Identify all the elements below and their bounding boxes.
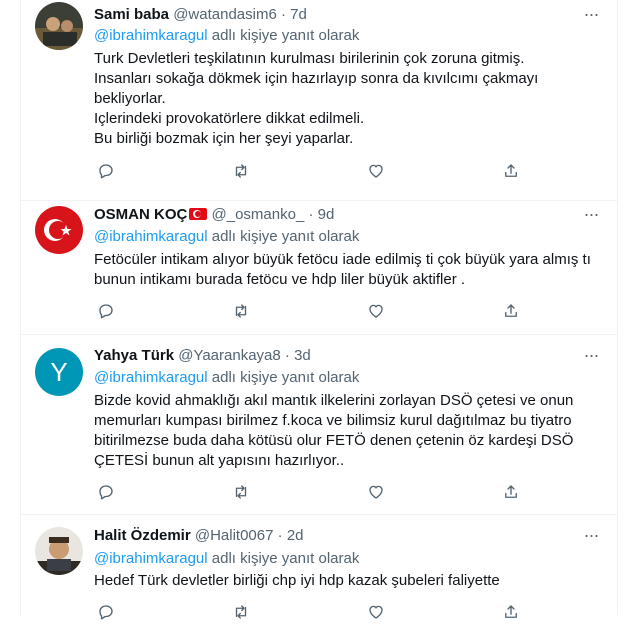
reply-context: @ibrahimkaragul adlı kişiye yanıt olarak bbox=[94, 368, 359, 388]
retweet-icon bbox=[235, 485, 247, 499]
retweet-button[interactable] bbox=[232, 302, 252, 322]
user-handle[interactable]: @Yaarankaya8 bbox=[178, 347, 281, 364]
tweet-actions bbox=[94, 162, 534, 182]
tweet-text: Turk Devletleri teşkilatının kurulması b… bbox=[94, 49, 604, 149]
turkey-flag-icon bbox=[189, 208, 208, 220]
reply-icon bbox=[99, 304, 113, 319]
separator-dot: · bbox=[277, 527, 283, 544]
reply-context: @ibrahimkaragul adlı kişiye yanıt olarak bbox=[94, 26, 359, 46]
reply-label: adlı kişiye yanıt olarak bbox=[211, 369, 360, 386]
like-button[interactable] bbox=[367, 162, 387, 182]
like-button[interactable] bbox=[367, 302, 387, 322]
reply-icon bbox=[99, 605, 113, 620]
reply-label: adlı kişiye yanıt olarak bbox=[211, 550, 360, 567]
tweet-actions bbox=[94, 302, 534, 322]
tweet-text: Bizde kovid ahmaklığı akıl mantık ilkele… bbox=[94, 391, 604, 471]
reply-button[interactable] bbox=[97, 162, 117, 182]
tweet-header: Sami baba @watandasim6 · 7d bbox=[94, 5, 307, 25]
tweet-text: Fetöcüler intikam alıyor büyük fetöcu ia… bbox=[94, 250, 604, 290]
retweet-button[interactable] bbox=[232, 162, 252, 182]
tweet-actions bbox=[94, 603, 534, 623]
text-line: ÇETESİ bunun alt yapısını hazırlıyor.. bbox=[94, 452, 345, 469]
heart-icon bbox=[369, 304, 383, 318]
like-button[interactable] bbox=[367, 483, 387, 503]
reply-button[interactable] bbox=[97, 302, 117, 322]
timestamp[interactable]: 7d bbox=[290, 6, 307, 23]
heart-icon bbox=[369, 485, 383, 499]
share-icon bbox=[505, 605, 517, 618]
user-handle[interactable]: @watandasim6 bbox=[173, 6, 277, 23]
tweet[interactable]: Sami baba @watandasim6 · 7d ··· @ibrahim… bbox=[21, 0, 617, 201]
timeline-feed: Sami baba @watandasim6 · 7d ··· @ibrahim… bbox=[20, 0, 618, 620]
text-line: Bu birliği bozmak için her şeyi yaparlar… bbox=[94, 130, 354, 147]
share-button[interactable] bbox=[502, 302, 522, 322]
more-options-icon[interactable]: ··· bbox=[581, 526, 601, 549]
display-name[interactable]: Sami baba bbox=[94, 6, 169, 23]
share-button[interactable] bbox=[502, 603, 522, 623]
avatar[interactable]: Y bbox=[35, 348, 83, 396]
share-button[interactable] bbox=[502, 162, 522, 182]
reply-context: @ibrahimkaragul adlı kişiye yanıt olarak bbox=[94, 227, 359, 247]
avatar[interactable] bbox=[35, 206, 83, 254]
retweet-icon bbox=[235, 164, 247, 178]
share-button[interactable] bbox=[502, 483, 522, 503]
separator-dot: · bbox=[280, 6, 286, 23]
text-line: memurları kumpası birilmez f.koca ve bil… bbox=[94, 412, 572, 429]
text-line: bitirilmezse buda daha kötüsü olur FETÖ … bbox=[94, 432, 574, 449]
more-options-icon[interactable]: ··· bbox=[581, 346, 601, 369]
reply-label: adlı kişiye yanıt olarak bbox=[211, 228, 360, 245]
mention-link[interactable]: @ibrahimkaragul bbox=[94, 228, 208, 245]
reply-label: adlı kişiye yanıt olarak bbox=[211, 27, 360, 44]
text-line: Hedef Türk devletler birliği chp iyi hdp… bbox=[94, 572, 500, 589]
text-line: bekliyorlar. bbox=[94, 90, 166, 107]
avatar[interactable] bbox=[35, 2, 83, 50]
share-icon bbox=[505, 304, 517, 317]
text-line: bunun intikamı burada fetöcu ve hdp lile… bbox=[94, 271, 466, 288]
more-options-icon[interactable]: ··· bbox=[581, 205, 601, 228]
tweet[interactable]: Halit Özdemir @Halit0067 · 2d ··· @ibrah… bbox=[21, 514, 617, 620]
mention-link[interactable]: @ibrahimkaragul bbox=[94, 369, 208, 386]
like-button[interactable] bbox=[367, 603, 387, 623]
reply-icon bbox=[99, 164, 113, 179]
retweet-button[interactable] bbox=[232, 603, 252, 623]
display-name[interactable]: OSMAN KOÇ bbox=[94, 206, 187, 223]
text-line: Turk Devletleri teşkilatının kurulması b… bbox=[94, 50, 525, 67]
tweet-header: Halit Özdemir @Halit0067 · 2d bbox=[94, 526, 304, 546]
tweet-header: OSMAN KOÇ @_osmanko_ · 9d bbox=[94, 205, 334, 225]
retweet-icon bbox=[235, 304, 247, 318]
user-handle[interactable]: @_osmanko_ bbox=[212, 206, 305, 223]
share-icon bbox=[505, 485, 517, 498]
timestamp[interactable]: 9d bbox=[318, 206, 335, 223]
separator-dot: · bbox=[308, 206, 314, 223]
retweet-button[interactable] bbox=[232, 483, 252, 503]
user-handle[interactable]: @Halit0067 bbox=[195, 527, 274, 544]
tweet-text: Hedef Türk devletler birliği chp iyi hdp… bbox=[94, 571, 604, 591]
tweet[interactable]: OSMAN KOÇ @_osmanko_ · 9d ··· @ibrahimka… bbox=[21, 200, 617, 335]
share-icon bbox=[505, 164, 517, 177]
timestamp[interactable]: 3d bbox=[294, 347, 311, 364]
tweet-actions bbox=[94, 483, 534, 503]
display-name[interactable]: Yahya Türk bbox=[94, 347, 174, 364]
reply-button[interactable] bbox=[97, 483, 117, 503]
display-name[interactable]: Halit Özdemir bbox=[94, 527, 191, 544]
timestamp[interactable]: 2d bbox=[287, 527, 304, 544]
text-line: Insanları sokağa dökmek için hazırlayıp … bbox=[94, 70, 539, 87]
mention-link[interactable]: @ibrahimkaragul bbox=[94, 27, 208, 44]
tweet-header: Yahya Türk @Yaarankaya8 · 3d bbox=[94, 346, 311, 366]
text-line: Fetöcüler intikam alıyor büyük fetöcu ia… bbox=[94, 251, 591, 268]
mention-link[interactable]: @ibrahimkaragul bbox=[94, 550, 208, 567]
more-options-icon[interactable]: ··· bbox=[581, 5, 601, 28]
reply-context: @ibrahimkaragul adlı kişiye yanıt olarak bbox=[94, 549, 359, 569]
separator-dot: · bbox=[284, 347, 290, 364]
reply-button[interactable] bbox=[97, 603, 117, 623]
heart-icon bbox=[369, 605, 383, 619]
avatar[interactable] bbox=[35, 527, 83, 575]
tweet[interactable]: Y Yahya Türk @Yaarankaya8 · 3d ··· @ibra… bbox=[21, 334, 617, 515]
heart-icon bbox=[369, 164, 383, 178]
reply-icon bbox=[99, 485, 113, 500]
retweet-icon bbox=[235, 605, 247, 619]
text-line: Bizde kovid ahmaklığı akıl mantık ilkele… bbox=[94, 392, 574, 409]
text-line: Içlerindeki provokatörlere dikkat edilme… bbox=[94, 110, 365, 127]
